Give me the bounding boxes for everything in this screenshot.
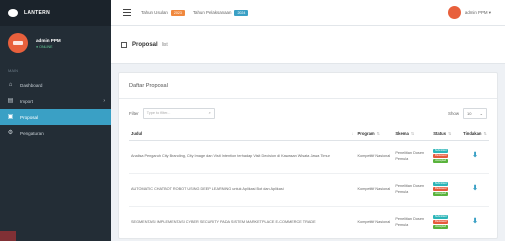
table-row[interactable]: Analisa Pengaruh City Branding, City Ima…: [129, 140, 489, 174]
download-icon[interactable]: ⬇: [472, 218, 478, 225]
sidebar: LANTERN admin PPM ● ONLINE MAIN ⌂ Dashbo…: [0, 0, 111, 241]
page-icon: [121, 41, 127, 48]
cell-judul: SEGMENTASI IMPLEMENTASI CYBER SECURITY P…: [129, 206, 356, 240]
sidebar-item-label: Dashboard: [20, 82, 43, 88]
brand-name: LANTERN: [24, 10, 50, 16]
status-badge: Reviewed: [433, 219, 449, 225]
sidebar-item-label: Import: [20, 98, 34, 104]
sidebar-corner-marker: [0, 231, 16, 241]
table-row[interactable]: SEGMENTASI IMPLEMENTASI CYBER SECURITY P…: [129, 206, 489, 240]
status-badge: Submitted: [433, 181, 449, 186]
gear-icon: ⚙: [7, 130, 14, 136]
cell-program: Kompetitif Nasional: [355, 140, 394, 174]
cell-judul: AUTOMATIC CHATBOT ROBOT USING DEEP LEARN…: [129, 173, 356, 207]
cell-status: Submitted Reviewed Accepted: [431, 140, 462, 174]
sort-icon: ⇅: [448, 130, 452, 136]
user-menu[interactable]: admin PPM ▾: [447, 6, 491, 19]
sidebar-item-label: Proposal: [20, 114, 39, 120]
status-badge: Submitted: [433, 148, 449, 153]
cell-tindakan: ⬇: [461, 206, 489, 240]
filter-placeholder: Type to filter...: [146, 111, 171, 115]
table-header-row: Judul ↓ Program ⇅ Skema ⇅ Status ⇅ Tindakan ⇅: [129, 127, 489, 141]
cell-skema: Penelitian Dosen Pemula: [393, 173, 432, 207]
status-badge: Accepted: [433, 225, 449, 230]
proposal-table: Judul ↓ Program ⇅ Skema ⇅ Status ⇅ Tindakan ⇅…: [129, 127, 489, 240]
tahun-usulan-badge: 2023: [170, 9, 185, 16]
tahun-pelaksanaan-badge: 2024: [234, 9, 249, 16]
chevron-down-icon: ⌄: [479, 110, 483, 116]
sidebar-item-label: Pengaturan: [20, 130, 44, 136]
page-title: Proposal: [132, 41, 158, 48]
page-subtitle: list: [161, 41, 168, 48]
box-title: Daftar Proposal: [119, 73, 497, 99]
th-program[interactable]: Program ⇅: [355, 127, 394, 141]
cell-status: Submitted Reviewed Accepted: [431, 206, 462, 240]
tahun-usulan[interactable]: Tahun Usulan 2023: [141, 9, 185, 16]
user-panel: admin PPM ● ONLINE: [0, 26, 111, 60]
sidebar-item-dashboard[interactable]: ⌂ Dashboard: [0, 77, 111, 93]
th-judul[interactable]: Judul ↓: [129, 127, 356, 141]
user-name: admin PPM: [36, 37, 61, 43]
document-icon: ▣: [7, 114, 14, 120]
cell-judul: Analisa Pengaruh City Branding, City Ima…: [129, 140, 356, 174]
filter-input[interactable]: Type to filter... ⌕: [142, 107, 215, 119]
sidebar-item-pengaturan[interactable]: ⚙ Pengaturan: [0, 125, 111, 141]
user-avatar: [8, 33, 28, 53]
status-badge: Reviewed: [433, 186, 449, 192]
download-icon[interactable]: ⬇: [472, 152, 478, 159]
show-entries-select[interactable]: 10 ⌄: [463, 107, 487, 119]
avatar: [447, 6, 461, 19]
cell-skema: Penelitian Dosen Pemula: [393, 140, 432, 174]
tahun-pelaksanaan[interactable]: Tahun Pelaksanaan 2024: [192, 9, 249, 16]
sort-icon: ⇅: [483, 130, 487, 136]
sidebar-item-import[interactable]: ▤ Import ›: [0, 93, 111, 109]
sort-icon: ⇅: [376, 130, 381, 136]
brand-logo-icon: [8, 9, 18, 17]
show-label: Show: [448, 110, 459, 116]
search-icon: ⌕: [208, 111, 211, 115]
show-entries: Show 10 ⌄: [448, 107, 487, 119]
chevron-right-icon: ›: [103, 98, 105, 104]
sidebar-item-proposal[interactable]: ▣ Proposal: [0, 109, 111, 125]
table-row[interactable]: AUTOMATIC CHATBOT ROBOT USING DEEP LEARN…: [129, 173, 489, 207]
cell-status: Submitted Reviewed Accepted: [431, 173, 462, 207]
hamburger-menu-icon[interactable]: [123, 9, 131, 16]
th-tindakan[interactable]: Tindakan ⇅: [461, 127, 489, 141]
show-value: 10: [467, 110, 472, 116]
upload-icon: ▤: [7, 98, 14, 104]
cell-skema: Penelitian Dosen Pemula: [393, 206, 432, 240]
tahun-pelaksanaan-label: Tahun Pelaksanaan: [192, 10, 232, 15]
menu-header: MAIN: [8, 68, 18, 73]
top-navbar: Tahun Usulan 2023 Tahun Pelaksanaan 2024…: [111, 0, 505, 26]
status-badge: Accepted: [433, 159, 449, 164]
cell-tindakan: ⬇: [461, 173, 489, 207]
user-menu-label: admin PPM ▾: [464, 9, 491, 15]
status-badge: Submitted: [433, 214, 449, 219]
tahun-usulan-label: Tahun Usulan: [141, 10, 168, 15]
download-icon[interactable]: ⬇: [472, 185, 478, 192]
cell-tindakan: ⬇: [461, 140, 489, 174]
cell-program: Kompetitif Nasional: [355, 206, 394, 240]
filter-label: Filter: [129, 110, 139, 116]
cell-program: Kompetitif Nasional: [355, 173, 394, 207]
content-header: Proposal list: [111, 26, 505, 64]
user-status: ● ONLINE: [36, 44, 53, 49]
home-icon: ⌂: [8, 82, 13, 88]
th-status[interactable]: Status ⇅: [431, 127, 462, 141]
status-badge: Reviewed: [433, 153, 449, 159]
proposal-box: Daftar Proposal Filter Type to filter...…: [118, 72, 498, 240]
table-controls: Filter Type to filter... ⌕ Show 10 ⌄: [119, 99, 497, 127]
th-skema[interactable]: Skema ⇅: [393, 127, 432, 141]
sort-icon: ↓: [351, 130, 354, 136]
status-badge: Accepted: [433, 192, 449, 197]
brand[interactable]: LANTERN: [0, 0, 111, 26]
sort-icon: ⇅: [410, 130, 415, 136]
